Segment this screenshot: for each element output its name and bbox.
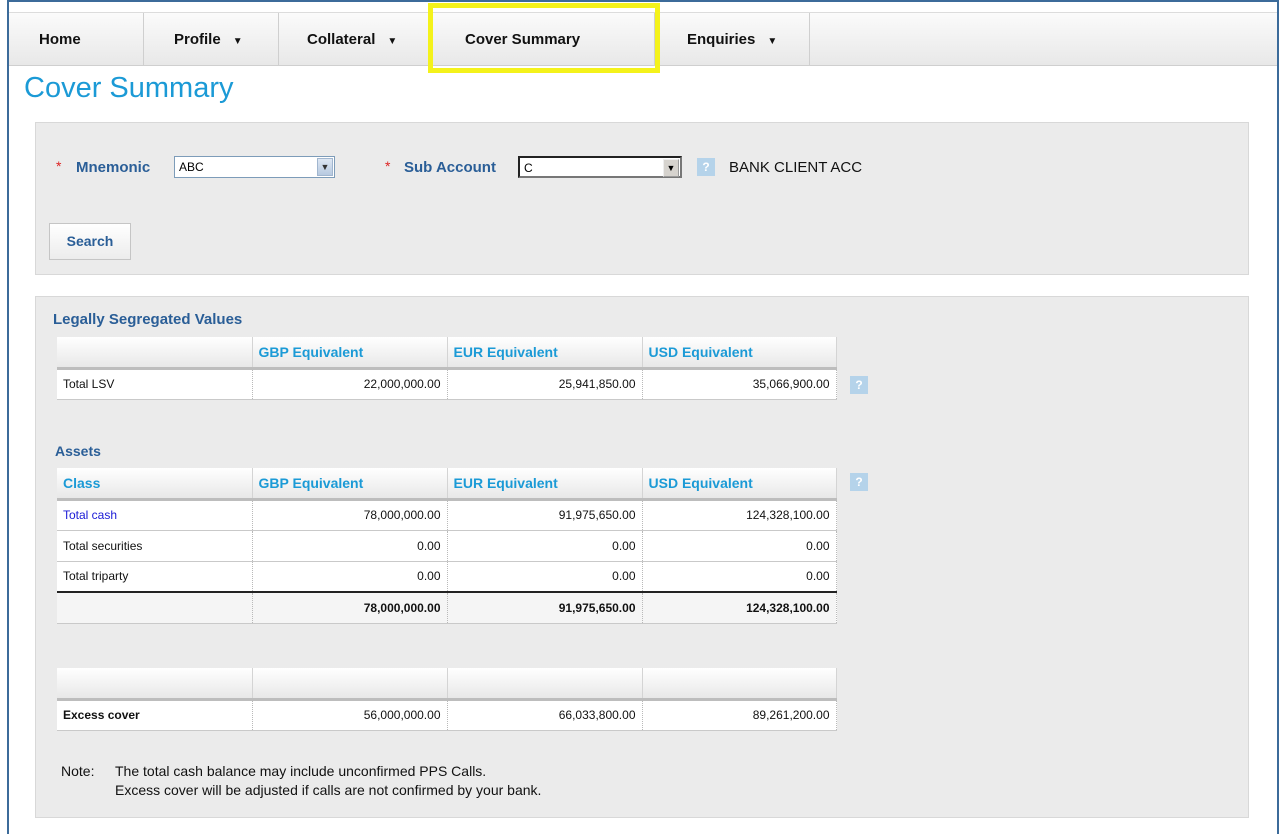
eur-value: 25,941,850.00 xyxy=(447,368,643,400)
column-header xyxy=(447,668,643,701)
gbp-value: 56,000,000.00 xyxy=(252,699,448,731)
gbp-value: 78,000,000.00 xyxy=(252,499,448,531)
usd-value: 124,328,100.00 xyxy=(642,499,837,531)
column-header: EUR Equivalent xyxy=(447,468,643,501)
eur-value: 91,975,650.00 xyxy=(447,499,643,531)
highlight-box xyxy=(428,3,660,73)
eur-value: 66,033,800.00 xyxy=(447,699,643,731)
lsv-table: GBP Equivalent EUR Equivalent USD Equiva… xyxy=(57,337,837,400)
eur-value: 0.00 xyxy=(447,561,643,593)
search-panel xyxy=(35,122,1249,275)
help-icon[interactable]: ? xyxy=(850,473,868,491)
row-label: Total securities xyxy=(57,530,253,562)
help-icon[interactable]: ? xyxy=(697,158,715,176)
gbp-value: 0.00 xyxy=(252,530,448,562)
usd-value: 89,261,200.00 xyxy=(642,699,837,731)
required-marker: * xyxy=(385,158,391,174)
assets-table: Class GBP Equivalent EUR Equivalent USD … xyxy=(57,468,837,624)
help-icon[interactable]: ? xyxy=(850,376,868,394)
column-header xyxy=(642,668,837,701)
table-row: Total LSV 22,000,000.00 25,941,850.00 35… xyxy=(57,368,837,400)
chevron-down-icon[interactable]: ▼ xyxy=(663,159,679,177)
gbp-value: 22,000,000.00 xyxy=(252,368,448,400)
row-label: Excess cover xyxy=(57,699,253,731)
nav-enquiries-label: Enquiries xyxy=(687,31,756,48)
mnemonic-select[interactable]: ABC ▼ xyxy=(174,156,335,178)
column-header: EUR Equivalent xyxy=(447,337,643,370)
chevron-down-icon[interactable]: ▼ xyxy=(317,158,333,176)
page-title: Cover Summary xyxy=(24,72,234,104)
table-row: Excess cover 56,000,000.00 66,033,800.00… xyxy=(57,699,837,731)
nav-collateral-label: Collateral xyxy=(307,31,376,48)
search-button[interactable]: Search xyxy=(49,223,131,260)
nav-profile[interactable]: Profile ▼ xyxy=(144,13,279,66)
chevron-down-icon: ▼ xyxy=(387,36,398,47)
column-header: GBP Equivalent xyxy=(252,337,448,370)
nav-collateral[interactable]: Collateral ▼ xyxy=(279,13,429,66)
usd-total: 124,328,100.00 xyxy=(642,591,837,624)
column-header xyxy=(252,668,448,701)
row-label: Total triparty xyxy=(57,561,253,593)
eur-total: 91,975,650.00 xyxy=(447,591,643,624)
column-header xyxy=(57,668,253,701)
row-label xyxy=(57,591,253,624)
sub-account-select[interactable]: C ▼ xyxy=(518,156,682,178)
gbp-value: 0.00 xyxy=(252,561,448,593)
assets-section-title: Assets xyxy=(55,443,101,459)
column-header: USD Equivalent xyxy=(642,468,837,501)
excess-table: Excess cover 56,000,000.00 66,033,800.00… xyxy=(57,668,837,731)
table-row: Total triparty 0.00 0.00 0.00 xyxy=(57,561,837,593)
mnemonic-value: ABC xyxy=(179,160,204,174)
account-name: BANK CLIENT ACC xyxy=(729,159,863,176)
nav-enquiries[interactable]: Enquiries ▼ xyxy=(655,13,810,66)
mnemonic-label: Mnemonic xyxy=(76,159,151,176)
nav-home[interactable]: Home xyxy=(9,13,144,66)
usd-value: 35,066,900.00 xyxy=(642,368,837,400)
total-cash-link[interactable]: Total cash xyxy=(57,499,253,531)
note-prefix: Note: xyxy=(61,763,95,779)
sub-account-value: C xyxy=(524,161,533,175)
required-marker: * xyxy=(56,158,62,174)
column-header: USD Equivalent xyxy=(642,337,837,370)
chevron-down-icon: ▼ xyxy=(767,36,778,47)
note-text: The total cash balance may include uncon… xyxy=(115,762,541,800)
usd-value: 0.00 xyxy=(642,561,837,593)
column-header: GBP Equivalent xyxy=(252,468,448,501)
table-row: Total cash 78,000,000.00 91,975,650.00 1… xyxy=(57,499,837,531)
column-header xyxy=(57,337,253,370)
note-line: Excess cover will be adjusted if calls a… xyxy=(115,782,542,798)
chevron-down-icon: ▼ xyxy=(232,36,243,47)
nav-profile-label: Profile xyxy=(174,31,221,48)
gbp-total: 78,000,000.00 xyxy=(252,591,448,624)
table-row: Total securities 0.00 0.00 0.00 xyxy=(57,530,837,562)
usd-value: 0.00 xyxy=(642,530,837,562)
sub-account-label: Sub Account xyxy=(404,159,496,176)
note-line: The total cash balance may include uncon… xyxy=(115,763,487,779)
total-row: 78,000,000.00 91,975,650.00 124,328,100.… xyxy=(57,591,837,624)
lsv-section-title: Legally Segregated Values xyxy=(53,311,243,328)
nav-home-label: Home xyxy=(39,31,81,48)
row-label: Total LSV xyxy=(57,368,253,400)
column-header: Class xyxy=(57,468,253,501)
eur-value: 0.00 xyxy=(447,530,643,562)
